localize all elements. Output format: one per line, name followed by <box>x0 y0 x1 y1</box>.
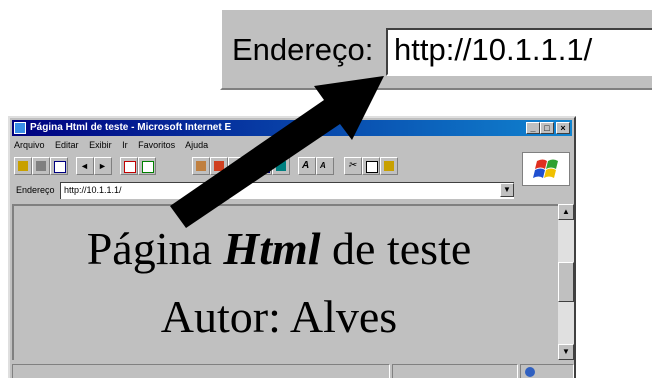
internet-zone-icon <box>525 367 535 377</box>
refresh-icon[interactable] <box>138 157 156 175</box>
vertical-scrollbar[interactable]: ▲ ▼ <box>558 204 574 360</box>
zoomed-address-field[interactable]: http://10.1.1.1/ <box>386 28 652 76</box>
copy-icon[interactable] <box>362 157 380 175</box>
address-bar: Endereço http://10.1.1.1/ ▼ <box>14 182 514 200</box>
font-larger-icon[interactable]: A <box>298 157 316 175</box>
window-title: Página Html de teste - Microsoft Interne… <box>30 122 232 133</box>
title-bar[interactable]: Página Html de teste - Microsoft Interne… <box>12 120 572 136</box>
print-icon[interactable] <box>32 157 50 175</box>
cut-icon[interactable]: ✂ <box>344 157 362 175</box>
status-bar <box>12 362 574 378</box>
zoomed-address-bar: Endereço: http://10.1.1.1/ <box>220 8 652 90</box>
address-input[interactable]: http://10.1.1.1/ <box>60 182 514 199</box>
page-content: Página Html de teste Autor: Alves <box>12 204 558 360</box>
menu-arquivo[interactable]: Arquivo <box>14 140 45 150</box>
close-button[interactable]: × <box>556 122 570 134</box>
ie-page-icon <box>14 122 26 134</box>
scroll-thumb[interactable] <box>558 262 574 302</box>
author-line: Autor: Alves <box>160 291 398 342</box>
menu-favoritos[interactable]: Favoritos <box>138 140 175 150</box>
toolbar: ◄ ► A A ✂ <box>14 154 514 178</box>
back-icon[interactable]: ◄ <box>76 157 94 175</box>
menu-editar[interactable]: Editar <box>55 140 79 150</box>
fullscreen-icon[interactable] <box>254 157 272 175</box>
windows-flag-icon <box>533 159 558 178</box>
menu-ir[interactable]: Ir <box>122 140 128 150</box>
status-pane-zone <box>520 364 574 378</box>
search-icon[interactable] <box>272 157 290 175</box>
minimize-button[interactable]: _ <box>526 122 540 134</box>
menu-bar: Arquivo Editar Exibir Ir Favoritos Ajuda <box>14 138 216 152</box>
edit-icon[interactable] <box>14 157 32 175</box>
channels-icon[interactable] <box>228 157 246 175</box>
heading-emphasis: Html <box>223 223 321 274</box>
page-heading: Página Html de teste <box>86 223 472 274</box>
zoomed-address-label: Endereço: <box>232 32 374 67</box>
paste-icon[interactable] <box>380 157 398 175</box>
windows-logo-icon <box>522 152 570 186</box>
mail-icon[interactable] <box>50 157 68 175</box>
maximize-button[interactable]: □ <box>540 122 554 134</box>
status-pane-progress <box>392 364 518 378</box>
favorites-icon[interactable] <box>210 157 228 175</box>
scroll-down-button[interactable]: ▼ <box>558 344 574 360</box>
address-dropdown-button[interactable]: ▼ <box>500 183 514 197</box>
font-smaller-icon[interactable]: A <box>316 157 334 175</box>
forward-icon[interactable]: ► <box>94 157 112 175</box>
history-icon[interactable] <box>192 157 210 175</box>
menu-ajuda[interactable]: Ajuda <box>185 140 208 150</box>
address-label: Endereço <box>16 185 55 195</box>
browser-window: Página Html de teste - Microsoft Interne… <box>8 116 576 378</box>
stop-icon[interactable] <box>120 157 138 175</box>
scroll-up-button[interactable]: ▲ <box>558 204 574 220</box>
status-pane-main <box>12 364 390 378</box>
menu-exibir[interactable]: Exibir <box>89 140 112 150</box>
